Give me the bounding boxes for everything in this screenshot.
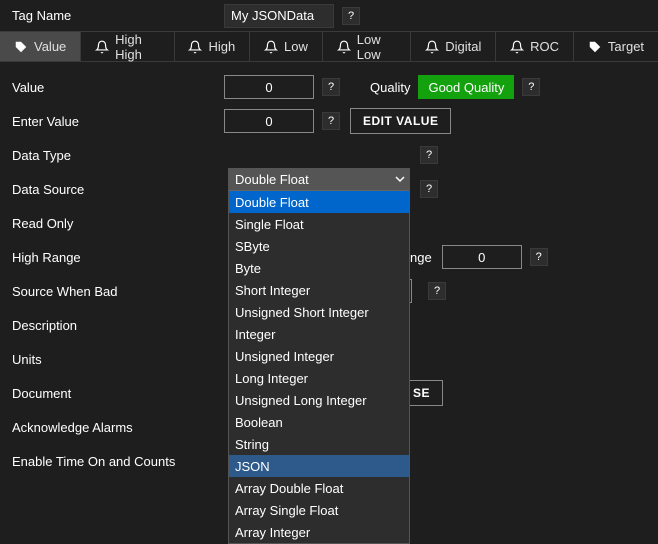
read-only-label: Read Only [4,216,224,231]
edit-value-button[interactable]: EDIT VALUE [350,108,451,134]
data-type-option[interactable]: Boolean [229,411,409,433]
value-help-icon[interactable]: ? [322,78,340,96]
data-source-help-icon[interactable]: ? [420,180,438,198]
enter-value-help-icon[interactable]: ? [322,112,340,130]
tab-high-high[interactable]: High High [81,32,173,61]
tab-value[interactable]: Value [0,32,80,61]
low-range-label-partial: nge [410,250,432,265]
value-input[interactable] [224,75,314,99]
tag-name-help-icon[interactable]: ? [342,7,360,25]
tag-icon [14,40,28,54]
tab-label: ROC [530,39,559,54]
tab-roc[interactable]: ROC [496,32,573,61]
data-type-option[interactable]: Array Single Float [229,499,409,521]
tab-target[interactable]: Target [574,32,658,61]
source-when-bad-help-icon[interactable]: ? [428,282,446,300]
quality-label: Quality [370,80,410,95]
data-type-option[interactable]: Array Double Float [229,477,409,499]
quality-help-icon[interactable]: ? [522,78,540,96]
data-type-selected-text: Double Float [235,172,309,187]
data-type-option[interactable]: Double Float [229,191,409,213]
tab-low[interactable]: Low [250,32,322,61]
acknowledge-alarms-label: Acknowledge Alarms [4,420,224,435]
tab-label: High [208,39,235,54]
data-type-option[interactable]: Byte [229,257,409,279]
source-when-bad-label: Source When Bad [4,284,224,299]
enable-time-label: Enable Time On and Counts [4,454,264,469]
document-label: Document [4,386,224,401]
data-type-option[interactable]: Long Integer [229,367,409,389]
data-type-dropdown-header[interactable]: Double Float [229,169,409,191]
enter-value-input[interactable] [224,109,314,133]
data-type-option[interactable]: String [229,433,409,455]
description-label: Description [4,318,224,333]
bell-icon [188,40,202,54]
tab-label: Value [34,39,66,54]
bell-icon [425,40,439,54]
high-range-label: High Range [4,250,224,265]
bell-icon [510,40,524,54]
data-type-option[interactable]: Integer [229,323,409,345]
data-type-label: Data Type [4,148,224,163]
chevron-down-icon [395,172,405,187]
data-type-option-list[interactable]: Double FloatSingle FloatSByteByteShort I… [229,191,409,543]
data-type-dropdown-open[interactable]: Double Float Double FloatSingle FloatSBy… [228,168,410,544]
tab-label: Target [608,39,644,54]
tab-label: Digital [445,39,481,54]
tab-bar: Value High High High Low Low Low Digital ROC Ta… [0,32,658,62]
bell-icon [95,40,109,54]
tab-label: High High [115,32,159,62]
data-type-option[interactable]: Unsigned Long Integer [229,389,409,411]
data-type-option[interactable]: Unsigned Short Integer [229,301,409,323]
data-source-label: Data Source [4,182,224,197]
data-type-option[interactable]: JSON [229,455,409,477]
tag-name-input[interactable] [224,4,334,28]
tab-digital[interactable]: Digital [411,32,495,61]
tag-name-label: Tag Name [4,8,224,23]
low-range-help-icon[interactable]: ? [530,248,548,266]
tag-icon [588,40,602,54]
data-type-option[interactable]: Short Integer [229,279,409,301]
units-label: Units [4,352,224,367]
value-label: Value [4,80,224,95]
data-type-option[interactable]: Array Integer [229,521,409,543]
tab-label: Low Low [357,32,397,62]
enter-value-label: Enter Value [4,114,224,129]
tab-label: Low [284,39,308,54]
low-range-input[interactable] [442,245,522,269]
tab-low-low[interactable]: Low Low [323,32,411,61]
data-type-option[interactable]: Single Float [229,213,409,235]
bell-icon [337,40,351,54]
data-type-option[interactable]: SByte [229,235,409,257]
bell-icon [264,40,278,54]
quality-badge: Good Quality [418,75,514,99]
tab-high[interactable]: High [174,32,249,61]
data-type-option[interactable]: Unsigned Integer [229,345,409,367]
data-type-help-icon[interactable]: ? [420,146,438,164]
